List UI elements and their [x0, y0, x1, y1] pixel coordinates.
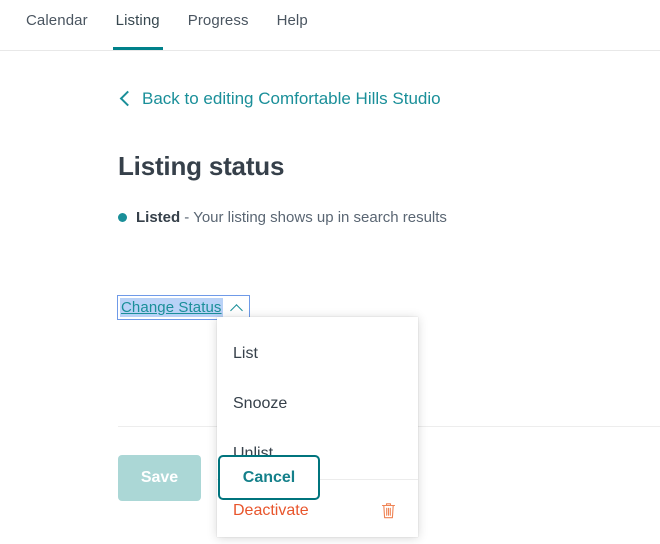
dropdown-item-list-label: List — [233, 345, 258, 362]
page-title: Listing status — [118, 151, 285, 181]
tab-help-label: Help — [276, 12, 308, 29]
status-dash: - — [184, 209, 190, 226]
change-status-label: Change Status — [120, 298, 223, 317]
dropdown-item-snooze[interactable]: Snooze — [217, 379, 418, 429]
tab-calendar-label: Calendar — [26, 12, 88, 29]
tab-listing-label: Listing — [115, 12, 160, 29]
tab-progress[interactable]: Progress — [174, 0, 263, 50]
top-navigation-bar: Calendar Listing Progress Help — [0, 0, 660, 51]
tab-help[interactable]: Help — [263, 0, 322, 50]
dropdown-item-snooze-label: Snooze — [233, 395, 288, 412]
tab-listing[interactable]: Listing — [102, 0, 174, 50]
chevron-left-icon — [118, 92, 132, 106]
save-button[interactable]: Save — [118, 455, 201, 501]
trash-icon — [381, 502, 396, 520]
back-link-label: Back to editing Comfortable Hills Studio — [142, 89, 441, 108]
dropdown-item-list[interactable]: List — [217, 329, 418, 379]
chevron-up-icon — [231, 302, 243, 314]
dropdown-item-deactivate-label: Deactivate — [233, 502, 309, 519]
page-content: Back to editing Comfortable Hills Studio… — [0, 51, 660, 544]
status-description: Your listing shows up in search results — [193, 209, 447, 226]
status-badge: Listed — [136, 209, 181, 226]
back-to-editing-link[interactable]: Back to editing Comfortable Hills Studio — [118, 89, 441, 109]
nav-tab-list: Calendar Listing Progress Help — [0, 0, 660, 50]
tab-progress-label: Progress — [187, 12, 249, 29]
tab-calendar[interactable]: Calendar — [12, 0, 102, 50]
change-status-dropdown-menu: List Snooze Unlist Deactivate — [217, 317, 418, 537]
cancel-button[interactable]: Cancel — [218, 455, 320, 500]
status-dot-icon — [118, 213, 127, 222]
listing-status-row: Listed - Your listing shows up in search… — [118, 209, 447, 226]
